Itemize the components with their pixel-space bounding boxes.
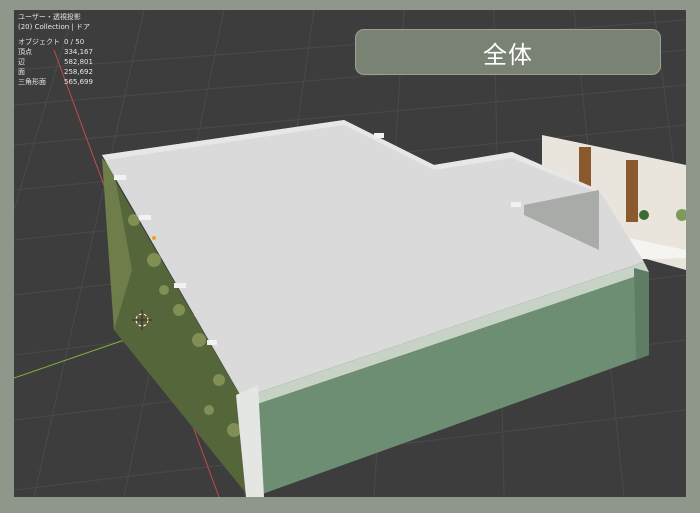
viewport-info-overlay: ユーザー・透視投影 (20) Collection | ドア オブジェクト 0 … bbox=[18, 12, 114, 87]
stat-value: 0 / 50 bbox=[64, 38, 85, 46]
building-model bbox=[102, 120, 649, 497]
stat-row: 頂点 334,167 bbox=[18, 47, 114, 57]
presentation-frame: ユーザー・透視投影 (20) Collection | ドア オブジェクト 0 … bbox=[0, 0, 700, 513]
stat-value: 582,801 bbox=[64, 58, 93, 66]
3d-viewport[interactable]: ユーザー・透視投影 (20) Collection | ドア オブジェクト 0 … bbox=[14, 10, 686, 497]
stat-value: 334,167 bbox=[64, 48, 93, 56]
stat-row: 面 258,692 bbox=[18, 67, 114, 77]
stat-row: 三角形面 565,699 bbox=[18, 77, 114, 87]
stat-value: 565,699 bbox=[64, 78, 93, 86]
view-title-label: 全体 bbox=[355, 29, 661, 75]
stat-label: 三角形面 bbox=[18, 78, 46, 86]
stat-label: オブジェクト bbox=[18, 38, 60, 46]
collection-label: (20) Collection | ドア bbox=[18, 23, 91, 31]
view-mode-label: ユーザー・透視投影 bbox=[18, 13, 81, 21]
stat-value: 258,692 bbox=[64, 68, 93, 76]
stat-row: 辺 582,801 bbox=[18, 57, 114, 67]
stat-label: 辺 bbox=[18, 58, 25, 66]
stat-label: 面 bbox=[18, 68, 25, 76]
stat-row: オブジェクト 0 / 50 bbox=[18, 37, 114, 47]
viewport-scene bbox=[14, 10, 686, 497]
object-origin-icon bbox=[152, 236, 156, 240]
stat-label: 頂点 bbox=[18, 48, 32, 56]
